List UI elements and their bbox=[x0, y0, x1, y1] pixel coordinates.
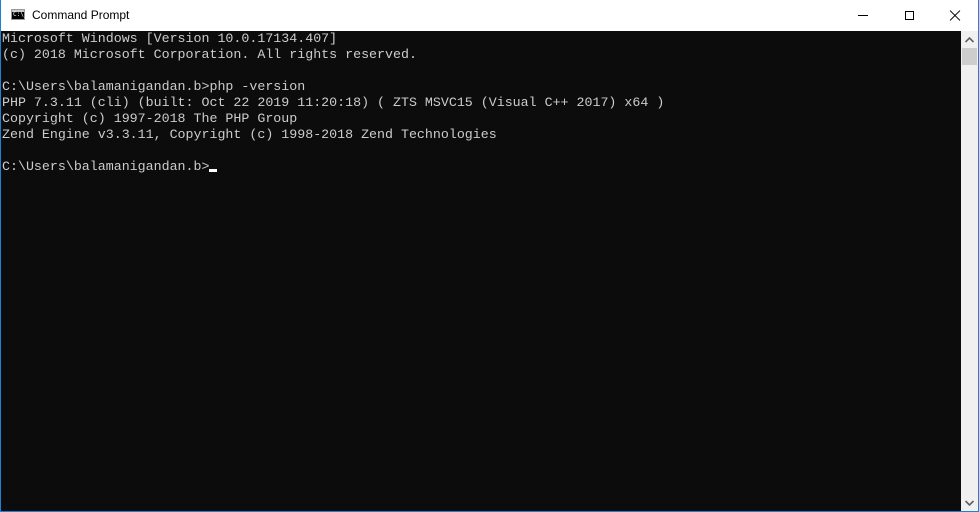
maximize-icon bbox=[904, 11, 914, 20]
scroll-thumb[interactable] bbox=[962, 48, 977, 65]
minimize-icon bbox=[858, 15, 868, 16]
console-line: C:\Users\balamanigandan.b>php -version bbox=[2, 79, 306, 94]
cmd-icon-text: C:\_ bbox=[13, 11, 28, 18]
console-line: (c) 2018 Microsoft Corporation. All righ… bbox=[2, 47, 417, 62]
prompt-text: C:\Users\balamanigandan.b> bbox=[2, 159, 210, 174]
scroll-down-button[interactable] bbox=[961, 494, 978, 511]
text-cursor bbox=[209, 169, 218, 172]
console-output[interactable]: Microsoft Windows [Version 10.0.17134.40… bbox=[1, 31, 961, 511]
console-line: Zend Engine v3.3.11, Copyright (c) 1998-… bbox=[2, 127, 497, 142]
chevron-up-icon bbox=[965, 36, 974, 43]
close-button[interactable] bbox=[932, 0, 978, 31]
chevron-down-icon bbox=[965, 499, 974, 506]
window-title: Command Prompt bbox=[32, 8, 130, 22]
prompt-line[interactable]: C:\Users\balamanigandan.b> bbox=[2, 159, 218, 175]
command-prompt-window: C:\_ Command Prompt Microsoft Windows [V… bbox=[0, 0, 979, 512]
vertical-scrollbar[interactable] bbox=[961, 31, 978, 511]
minimize-button[interactable] bbox=[840, 0, 886, 31]
cmd-icon[interactable]: C:\_ bbox=[11, 9, 28, 20]
title-bar[interactable]: C:\_ Command Prompt bbox=[1, 0, 978, 31]
maximize-button[interactable] bbox=[886, 0, 932, 31]
console-line: Copyright (c) 1997-2018 The PHP Group bbox=[2, 111, 298, 126]
console-line: Microsoft Windows [Version 10.0.17134.40… bbox=[2, 31, 338, 46]
scroll-up-button[interactable] bbox=[961, 31, 978, 48]
close-icon bbox=[949, 10, 961, 22]
console-line: PHP 7.3.11 (cli) (built: Oct 22 2019 11:… bbox=[2, 95, 665, 110]
